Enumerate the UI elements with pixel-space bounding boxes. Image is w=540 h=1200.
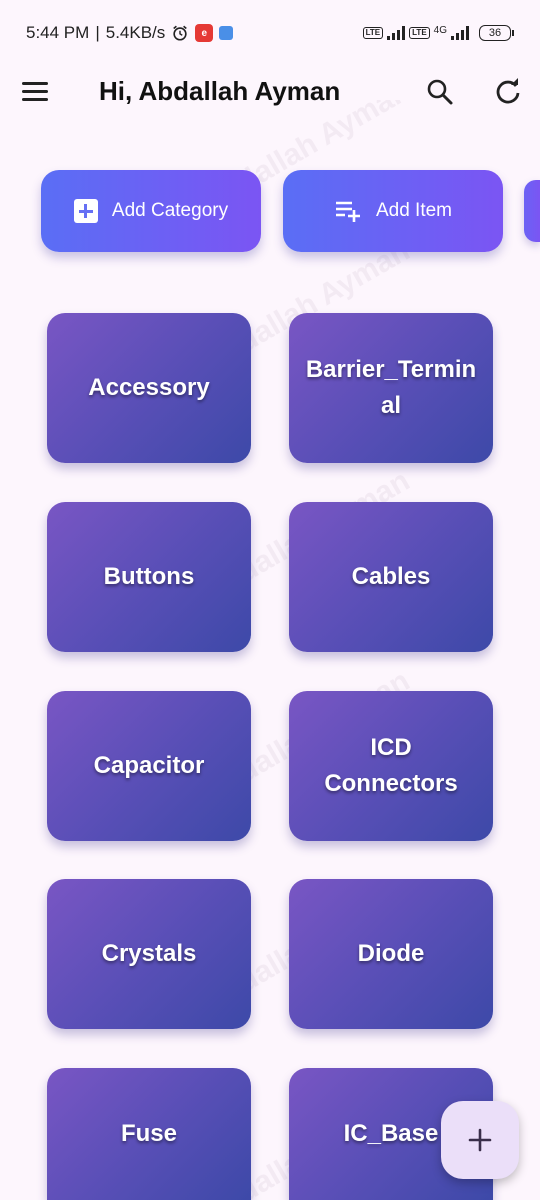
status-right: LTE LTE 4G 36 xyxy=(362,24,514,41)
status-bar: 5:44 PM | 5.4KB/s e LTE LTE 4G 36 xyxy=(0,0,540,66)
network-type: 4G xyxy=(433,24,447,36)
add-box-icon xyxy=(73,199,98,223)
category-card-barrier-terminal[interactable]: Barrier_Terminal xyxy=(289,313,493,463)
add-item-label: Add Item xyxy=(375,200,453,221)
menu-icon[interactable] xyxy=(22,74,56,108)
category-label: Crystals xyxy=(101,940,197,967)
volte-badge-sim2: LTE xyxy=(409,27,430,39)
volte-badge-sim1: LTE xyxy=(362,27,384,39)
category-label: ICD Connectors xyxy=(324,734,458,797)
add-category-label: Add Category xyxy=(111,200,229,221)
category-card-capacitor[interactable]: Capacitor xyxy=(47,691,251,841)
notification-store-icon xyxy=(219,26,234,40)
refresh-icon[interactable] xyxy=(490,74,526,110)
category-card-icd-connectors[interactable]: ICD Connectors xyxy=(289,691,493,841)
status-time: 5:44 PM xyxy=(26,23,90,42)
add-icon xyxy=(468,1128,492,1152)
category-label: Barrier_Terminal xyxy=(305,356,477,419)
category-label: Capacitor xyxy=(93,752,205,779)
category-card-cables[interactable]: Cables xyxy=(289,502,493,652)
add-category-button[interactable]: Add Category xyxy=(41,170,261,252)
category-card-crystals[interactable]: Crystals xyxy=(47,879,251,1029)
category-label: Buttons xyxy=(103,563,195,590)
category-card-diode[interactable]: Diode xyxy=(289,879,493,1029)
add-fab-button[interactable] xyxy=(441,1101,519,1179)
playlist-add-icon xyxy=(335,201,360,222)
battery-icon: 36 xyxy=(479,25,514,41)
signal-bars-sim1-icon xyxy=(387,26,406,40)
page-title: Hi, Abdallah Ayman xyxy=(99,76,341,106)
app-bar: Hi, Abdallah Ayman xyxy=(0,66,540,116)
status-left: 5:44 PM | 5.4KB/s e xyxy=(26,23,234,43)
category-card-fuse[interactable]: Fuse xyxy=(47,1068,251,1200)
network-speed: 5.4KB/s xyxy=(105,23,166,42)
category-label: Accessory xyxy=(88,374,210,401)
category-label: IC_Base xyxy=(343,1120,439,1147)
battery-level: 36 xyxy=(479,25,511,41)
overflow-action-button[interactable] xyxy=(524,180,540,242)
category-label: Diode xyxy=(357,940,425,967)
category-label: Fuse xyxy=(120,1120,177,1147)
signal-bars-sim2-icon xyxy=(451,26,469,40)
category-label: Cables xyxy=(351,563,431,590)
status-separator: | xyxy=(95,23,100,42)
category-card-accessory[interactable]: Accessory xyxy=(47,313,251,463)
add-item-button[interactable]: Add Item xyxy=(283,170,503,252)
alarm-icon xyxy=(173,25,188,41)
search-icon[interactable] xyxy=(422,74,458,110)
category-card-buttons[interactable]: Buttons xyxy=(47,502,251,652)
notification-app-icon: e xyxy=(195,24,214,42)
